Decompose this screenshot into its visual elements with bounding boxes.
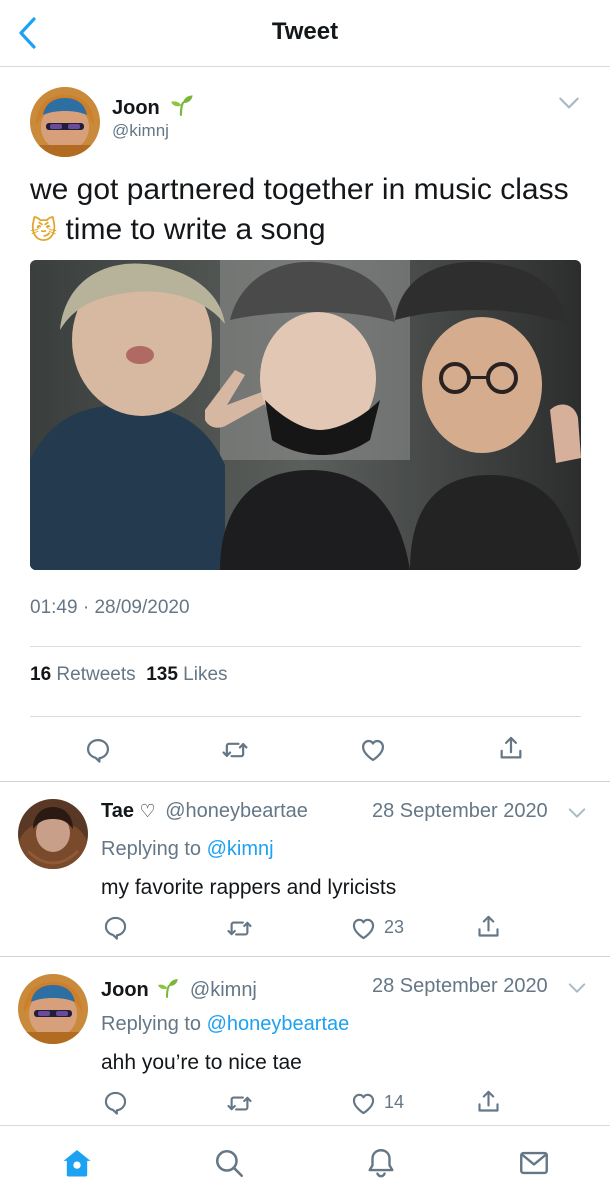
page-title: Tweet — [271, 18, 339, 45]
author-name[interactable]: Joon — [112, 91, 195, 123]
like-icon[interactable] — [350, 1090, 377, 1122]
chevron-down-icon[interactable] — [566, 802, 588, 829]
notifications-icon[interactable] — [364, 1146, 398, 1185]
reply-icon[interactable] — [84, 736, 112, 769]
reply-header: Tae ♡ @honeybeartae — [101, 800, 308, 823]
home-icon[interactable] — [60, 1146, 94, 1185]
author-handle[interactable]: @kimnj — [112, 121, 169, 141]
reply-author-name[interactable]: Tae — [101, 800, 134, 822]
reply-author-handle[interactable]: @kimnj — [190, 979, 257, 1001]
chevron-down-icon[interactable] — [556, 90, 582, 121]
like-count: 14 — [384, 1092, 405, 1112]
search-icon[interactable] — [212, 1146, 246, 1185]
retweets-stat[interactable]: 16 Retweets — [30, 664, 136, 685]
cat-emoji: 😼 — [30, 216, 58, 246]
reply-icon[interactable] — [102, 914, 129, 946]
reply-text: my favorite rappers and lyricists — [101, 876, 397, 899]
reply-author-handle[interactable]: @honeybeartae — [165, 800, 308, 822]
heart-symbol: ♡ — [139, 801, 156, 822]
share-icon[interactable] — [497, 734, 525, 767]
reply-date: 28 September 2020 — [372, 800, 548, 822]
divider — [0, 781, 610, 782]
tweet-stats: 16 Retweets 135 Likes — [30, 664, 228, 686]
replying-to-link[interactable]: @honeybeartae — [207, 1013, 350, 1035]
likes-stat[interactable]: 135 Likes — [146, 664, 227, 685]
tweet-timestamp: 01:49 · 28/09/2020 — [30, 597, 190, 618]
bottom-tab-bar — [0, 1125, 610, 1201]
header-bar: Tweet — [0, 0, 610, 67]
divider — [30, 716, 581, 717]
sprout-icon — [169, 91, 195, 123]
chevron-down-icon[interactable] — [566, 977, 588, 1004]
avatar[interactable] — [18, 974, 88, 1044]
divider — [30, 646, 581, 647]
like-count: 23 — [384, 917, 405, 937]
share-icon[interactable] — [475, 913, 502, 945]
like-icon[interactable] — [350, 915, 377, 947]
reply-text: ahh you’re to nice tae — [101, 1051, 302, 1074]
messages-icon[interactable] — [517, 1146, 551, 1185]
retweet-icon[interactable] — [221, 736, 249, 769]
divider — [0, 956, 610, 957]
avatar[interactable] — [30, 87, 100, 157]
retweet-icon[interactable] — [226, 915, 253, 947]
reply-header: Joon @kimnj — [101, 975, 257, 1005]
reply-icon[interactable] — [102, 1089, 129, 1121]
replying-to: Replying to @honeybeartae — [101, 1013, 350, 1035]
sprout-icon — [156, 975, 180, 1005]
tweet-photo[interactable] — [30, 260, 581, 570]
tweet-text: we got partnered together in music class… — [30, 173, 569, 246]
share-icon[interactable] — [475, 1088, 502, 1120]
avatar[interactable] — [18, 799, 88, 869]
reply-date: 28 September 2020 — [372, 975, 548, 997]
replying-to-link[interactable]: @kimnj — [207, 838, 274, 860]
replying-to: Replying to @kimnj — [101, 838, 274, 860]
reply-author-name[interactable]: Joon — [101, 979, 149, 1001]
retweet-icon[interactable] — [226, 1090, 253, 1122]
like-icon[interactable] — [359, 736, 387, 769]
